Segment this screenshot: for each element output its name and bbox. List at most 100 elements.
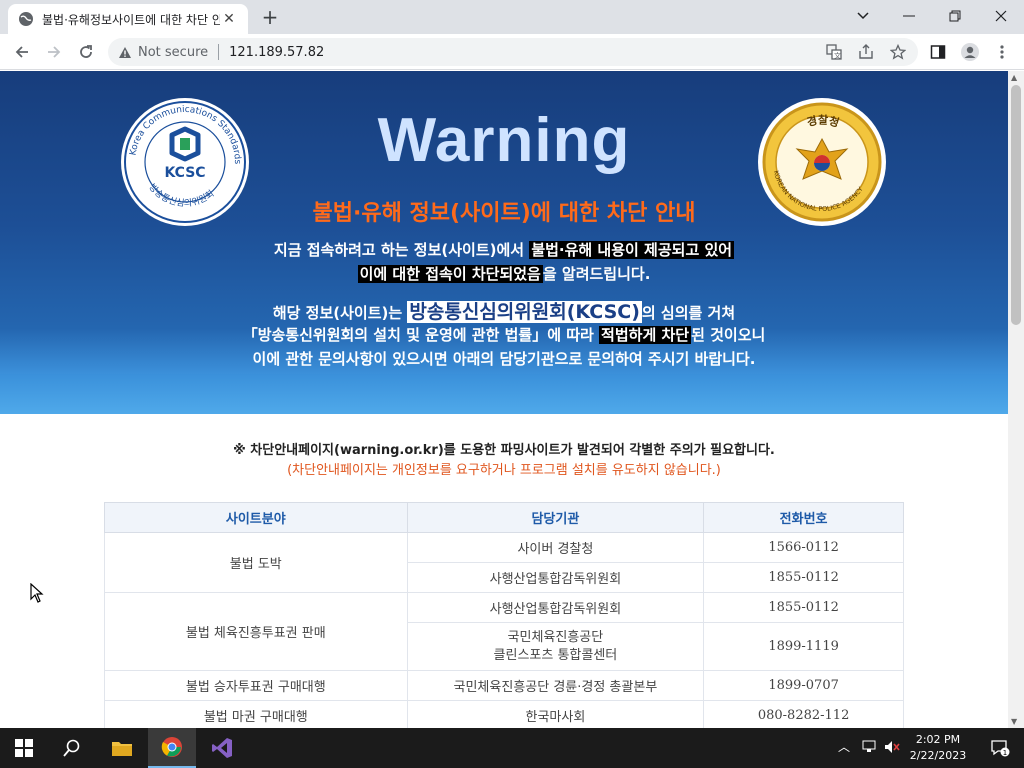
banner-line-3-text-a: 해당 정보(사이트)는 <box>272 304 408 322</box>
warning-banner: Korea Communications Standards Commissio… <box>0 71 1008 414</box>
banner-line-1-highlight: 불법·유해 내용이 제공되고 있어 <box>529 241 735 259</box>
scroll-up-icon[interactable]: ▲ <box>1011 73 1017 82</box>
table-row: 불법 마권 구매대행 한국마사회 080-8282-112 <box>104 700 904 728</box>
banner-line-2: 이에 대한 접속이 차단되었음 을 알려드립니다. <box>0 263 1008 284</box>
warning-title: Warning <box>377 106 631 175</box>
agency-cell: 한국마사회 <box>406 700 705 728</box>
taskbar-clock[interactable]: 2:02 PM 2/22/2023 <box>904 732 972 764</box>
warning-triangle-icon[interactable] <box>118 46 132 59</box>
visual-studio-button[interactable] <box>198 728 246 768</box>
agency-cell: 사행산업통합감독위원회 <box>406 592 705 623</box>
banner-line-2-highlight: 이에 대한 접속이 차단되었음 <box>357 265 543 283</box>
agency-cell: 국민체육진흥공단 클린스포츠 통합콜센터 <box>406 622 705 671</box>
header-agency: 담당기관 <box>406 502 705 533</box>
banner-line-3-kcsc: 방송통신심의위원회(KCSC) <box>407 301 642 323</box>
notification-icon: 1 <box>991 740 1010 757</box>
table-row: 불법 도박 사이버 경찰청 1566-0112 <box>104 532 904 593</box>
menu-kebab-icon[interactable] <box>990 40 1014 64</box>
address-bar[interactable]: Not secure 121.189.57.82 <box>108 38 918 66</box>
banner-line-1-text: 지금 접속하려고 하는 정보(사이트)에서 <box>273 241 530 259</box>
bookmark-star-icon[interactable] <box>886 40 910 64</box>
file-explorer-button[interactable] <box>98 728 146 768</box>
profile-avatar-icon[interactable] <box>958 40 982 64</box>
phone-cell: 080-8282-112 <box>703 700 904 728</box>
banner-line-4-text-b: 된 것이오니 <box>691 326 766 344</box>
windows-logo-icon <box>15 739 33 757</box>
table-header-row: 사이트분야 담당기관 전화번호 <box>104 502 904 533</box>
clock-date: 2/22/2023 <box>909 749 967 762</box>
chrome-taskbar-button[interactable] <box>148 728 196 768</box>
agency-cell: 국민체육진흥공단 경륜·경정 총괄본부 <box>406 670 705 701</box>
restore-button[interactable] <box>932 0 978 32</box>
phone-cell: 1899-1119 <box>703 622 904 671</box>
scroll-down-icon[interactable]: ▼ <box>1011 717 1017 726</box>
minimize-button[interactable] <box>886 0 932 32</box>
svg-text:文: 文 <box>834 51 841 60</box>
notification-count: 1 <box>1003 749 1007 757</box>
table-row: 불법 승자투표권 구매대행 국민체육진흥공단 경륜·경정 총괄본부 1899-0… <box>104 670 904 701</box>
banner-line-5: 이에 관한 문의사항이 있으시면 아래의 담당기관으로 문의하여 주시기 바랍니… <box>252 350 756 368</box>
site-field-cell: 불법 도박 <box>104 532 408 593</box>
tab-title: 불법·유해정보사이트에 대한 차단 안내 <box>42 12 220 27</box>
globe-icon <box>19 12 33 26</box>
banner-line-3: 해당 정보(사이트)는 방송통신심의위원회(KCSC) 의 심의를 거쳐 <box>0 297 1008 324</box>
phishing-warning-notice: ※ 차단안내페이지(warning.or.kr)를 도용한 파밍사이트가 발견되… <box>233 443 775 458</box>
side-panel-icon[interactable] <box>926 40 950 64</box>
back-button[interactable] <box>10 40 34 64</box>
translate-icon[interactable]: 文 <box>822 40 846 64</box>
close-window-button[interactable] <box>978 0 1024 32</box>
forward-arrow-icon <box>48 46 61 58</box>
agency-contact-table: 사이트분야 담당기관 전화번호 불법 도박 사이버 경찰청 1566-0112 … <box>104 502 904 728</box>
site-field-cell: 불법 승자투표권 구매대행 <box>104 670 408 701</box>
page-scrollbar[interactable]: ▲ ▼ <box>1008 71 1024 728</box>
browser-toolbar: Not secure 121.189.57.82 文 <box>0 34 1024 70</box>
phone-cell: 1566-0112 <box>703 532 904 563</box>
header-site-field: 사이트분야 <box>104 502 408 533</box>
banner-line-1: 지금 접속하려고 하는 정보(사이트)에서 불법·유해 내용이 제공되고 있어 <box>0 239 1008 260</box>
phone-cell: 1855-0112 <box>703 592 904 623</box>
banner-line-4: 「방송통신위원회의 설치 및 운영에 관한 법률」에 따라 적법하게 차단 된 것… <box>0 324 1008 345</box>
site-field-cell: 불법 체육진흥투표권 판매 <box>104 592 408 671</box>
tab-close-icon[interactable]: ✕ <box>220 11 238 27</box>
start-button[interactable] <box>0 728 48 768</box>
security-status-label[interactable]: Not secure <box>138 45 208 60</box>
chrome-icon <box>161 737 182 757</box>
agency-cell-line-1: 국민체육진흥공단 <box>507 629 604 645</box>
search-button[interactable] <box>48 728 96 768</box>
action-center-button[interactable]: 1 <box>976 728 1024 768</box>
banner-bottom-band <box>0 374 1008 414</box>
site-field-cell: 불법 마권 구매대행 <box>104 700 408 728</box>
clock-time: 2:02 PM <box>915 733 961 746</box>
folder-icon <box>112 742 132 756</box>
address-divider <box>218 44 220 60</box>
table-row: 불법 체육진흥투표권 판매 사행산업통합감독위원회 1855-0112 <box>104 592 904 671</box>
banner-line-4-highlight: 적법하게 차단 <box>599 326 692 344</box>
agency-cell-line-2: 클린스포츠 통합콜센터 <box>493 647 618 663</box>
header-phone: 전화번호 <box>703 502 904 533</box>
share-icon[interactable] <box>854 40 878 64</box>
scrollbar-thumb[interactable] <box>1011 85 1021 325</box>
browser-window: 불법·유해정보사이트에 대한 차단 안내 ✕ + Not secure 121.… <box>0 0 1024 728</box>
network-icon[interactable] <box>862 740 878 754</box>
tab-search-icon[interactable] <box>840 0 886 32</box>
agency-cell: 사행산업통합감독위원회 <box>406 562 705 593</box>
tray-chevron-icon[interactable]: ︿ <box>838 738 850 755</box>
reload-button[interactable] <box>74 40 98 64</box>
url-text[interactable]: 121.189.57.82 <box>229 45 324 60</box>
forward-button[interactable] <box>42 40 66 64</box>
speaker-muted-icon[interactable] <box>884 740 900 754</box>
banner-line-2-text: 을 알려드립니다. <box>542 265 651 283</box>
taskbar: ︿ 2:02 PM 2/22/2023 1 <box>0 728 1024 768</box>
new-tab-button[interactable]: + <box>258 6 282 30</box>
visual-studio-icon <box>212 738 232 758</box>
privacy-notice: (차단안내페이지는 개인정보를 요구하거나 프로그램 설치를 유도하지 않습니다… <box>287 463 721 478</box>
phone-cell: 1855-0112 <box>703 562 904 593</box>
tab-active[interactable]: 불법·유해정보사이트에 대한 차단 안내 ✕ <box>8 4 248 34</box>
phone-cell: 1899-0707 <box>703 670 904 701</box>
reload-icon <box>80 45 92 58</box>
tab-strip: 불법·유해정보사이트에 대한 차단 안내 ✕ + <box>0 0 1024 34</box>
banner-line-4-text-a: 「방송통신위원회의 설치 및 운영에 관한 법률」에 따라 <box>242 326 600 344</box>
mouse-cursor-icon <box>30 583 44 603</box>
banner-line-3-text-b: 의 심의를 거쳐 <box>641 304 736 322</box>
block-notice-subtitle: 불법·유해 정보(사이트)에 대한 차단 안내 <box>312 201 696 226</box>
